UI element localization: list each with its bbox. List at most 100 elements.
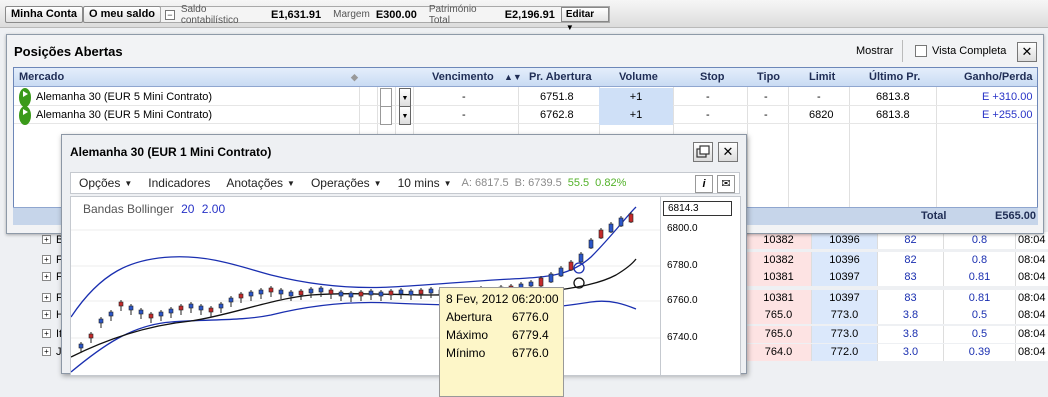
buy-price[interactable]: 773.0 [812, 326, 878, 343]
ganho-value: E +255.00 [982, 109, 1033, 121]
chart-title: Alemanha 30 (EUR 1 Mini Contrato) [70, 145, 272, 159]
col-ultimo[interactable]: Último Pr. [869, 68, 920, 87]
patrimonio-value: E2,196.91 [504, 8, 555, 21]
sell-price[interactable]: 10381 [746, 290, 812, 307]
editar-dropdown[interactable]: Editar ▼ [560, 7, 609, 32]
chevron-down-icon: ▼ [443, 178, 452, 188]
table-row[interactable]: Alemanha 30 (EUR 5 Mini Contrato) ▼ - 67… [14, 106, 1037, 125]
collapse-icon[interactable]: − [165, 9, 175, 20]
meu-saldo-button[interactable]: O meu saldo [83, 6, 162, 23]
sell-price[interactable]: 10382 [746, 252, 812, 269]
change-percent: 0.8 [944, 252, 1016, 269]
stop-value[interactable]: - [706, 88, 710, 107]
sell-price[interactable]: 764.0 [746, 344, 812, 361]
update-time: 08:04 [1016, 232, 1048, 249]
buy-price[interactable]: 773.0 [812, 307, 878, 324]
col-volume[interactable]: Volume [619, 68, 658, 87]
chevron-down-icon: ▼ [124, 178, 133, 188]
col-abertura[interactable]: Pr. Abertura [529, 68, 592, 87]
chart-icon[interactable] [380, 106, 392, 125]
info-icon[interactable]: i [695, 175, 713, 193]
chevron-down-icon[interactable]: ▼ [399, 106, 411, 125]
operacoes-menu[interactable]: Operações ▼ [303, 176, 390, 190]
current-price-label: 6814.3 [663, 201, 732, 216]
buy-price[interactable]: 10396 [812, 232, 878, 249]
tooltip-label: Abertura [446, 310, 493, 324]
play-icon[interactable] [19, 106, 31, 125]
opcoes-label: Opções [79, 176, 121, 190]
mostrar-button[interactable]: Mostrar [856, 45, 893, 57]
sort-icon[interactable]: ◆ [351, 68, 358, 87]
change-percent: 0.5 [944, 307, 1016, 324]
operacoes-label: Operações [310, 176, 370, 190]
col-tipo[interactable]: Tipo [757, 68, 780, 87]
vista-completa-label: Vista Completa [932, 45, 1007, 57]
sell-price[interactable]: 765.0 [746, 326, 812, 343]
tooltip-value: 6776.0 [512, 310, 549, 324]
market-name[interactable]: Alemanha 30 (EUR 5 Mini Contrato) [36, 88, 212, 107]
buy-price[interactable]: 10396 [812, 252, 878, 269]
sell-price[interactable]: 765.0 [746, 307, 812, 324]
tooltip-label: Máximo [446, 328, 489, 342]
account-toolbar: Minha Conta O meu saldo − Saldo contabil… [0, 0, 1048, 32]
col-ganho[interactable]: Ganho/Perda [964, 68, 1032, 87]
stop-value[interactable]: - [706, 106, 710, 125]
tipo-value: - [764, 91, 768, 103]
axis-tick: 6740.0 [667, 332, 698, 343]
table-row[interactable]: Alemanha 30 (EUR 5 Mini Contrato) ▼ - 67… [14, 88, 1037, 107]
chart-plot-area[interactable]: Bandas Bollinger 20 2.00 [70, 196, 661, 376]
axis-tick: 6780.0 [667, 260, 698, 271]
expand-icon[interactable]: + [42, 255, 51, 264]
expand-icon[interactable]: + [42, 329, 51, 338]
change-percent: 0.8 [944, 232, 1016, 249]
margem-label: Margem [333, 9, 370, 20]
mail-icon[interactable]: ✉ [717, 175, 735, 193]
update-time: 08:04 [1016, 290, 1048, 307]
ganho-value: E +310.00 [982, 91, 1033, 103]
limit-value[interactable]: 6820 [809, 106, 833, 125]
expand-icon[interactable]: + [42, 347, 51, 356]
close-icon[interactable]: ✕ [1017, 42, 1037, 62]
chart-toolbar: Opções ▼ Indicadores Anotações ▼ Operações… [70, 172, 740, 194]
play-icon[interactable] [19, 88, 31, 107]
anotacoes-menu[interactable]: Anotações ▼ [218, 176, 303, 190]
change-value: 55.5 [567, 177, 590, 189]
buy-price[interactable]: 10397 [812, 290, 878, 307]
chart-window: Alemanha 30 (EUR 1 Mini Contrato) ✕ Opçõ… [61, 134, 747, 397]
expand-icon[interactable]: + [42, 272, 51, 281]
restore-window-icon[interactable] [693, 142, 713, 162]
col-vencimento[interactable]: Vencimento [432, 68, 494, 87]
minha-conta-button[interactable]: Minha Conta [5, 6, 83, 23]
update-time: 08:04 [1016, 307, 1048, 324]
close-icon[interactable]: ✕ [718, 142, 738, 162]
change-value: 82 [878, 232, 944, 249]
col-stop[interactable]: Stop [700, 68, 724, 87]
col-mercado[interactable]: Mercado [19, 68, 64, 87]
expand-icon[interactable]: + [42, 293, 51, 302]
expand-icon[interactable]: + [42, 235, 51, 244]
expand-icon[interactable]: + [42, 310, 51, 319]
sort-arrows-icon[interactable]: ▲▼ [504, 68, 522, 87]
sell-price[interactable]: 10381 [746, 269, 812, 286]
volume-value[interactable]: +1 [599, 88, 673, 107]
change-value: 83 [878, 290, 944, 307]
editar-label: Editar [565, 9, 595, 20]
vista-completa-checkbox[interactable] [915, 45, 927, 57]
change-value: 3.8 [878, 326, 944, 343]
change-value: 82 [878, 252, 944, 269]
buy-price[interactable]: 772.0 [812, 344, 878, 361]
saldo-label: Saldo contabilístico [180, 3, 239, 26]
col-limit[interactable]: Limit [809, 68, 835, 87]
buy-price[interactable]: 10397 [812, 269, 878, 286]
chevron-down-icon[interactable]: ▼ [399, 88, 411, 107]
limit-value[interactable]: - [817, 88, 821, 107]
market-name[interactable]: Alemanha 30 (EUR 5 Mini Contrato) [36, 106, 212, 125]
patrimonio-label: Património Total [428, 3, 477, 26]
volume-value[interactable]: +1 [599, 106, 673, 125]
interval-menu[interactable]: 10 mins ▼ [390, 176, 460, 190]
price-chart [71, 206, 660, 373]
indicadores-menu[interactable]: Indicadores [140, 176, 218, 190]
sell-price[interactable]: 10382 [746, 232, 812, 249]
chart-icon[interactable] [380, 88, 392, 107]
opcoes-menu[interactable]: Opções ▼ [71, 176, 140, 190]
